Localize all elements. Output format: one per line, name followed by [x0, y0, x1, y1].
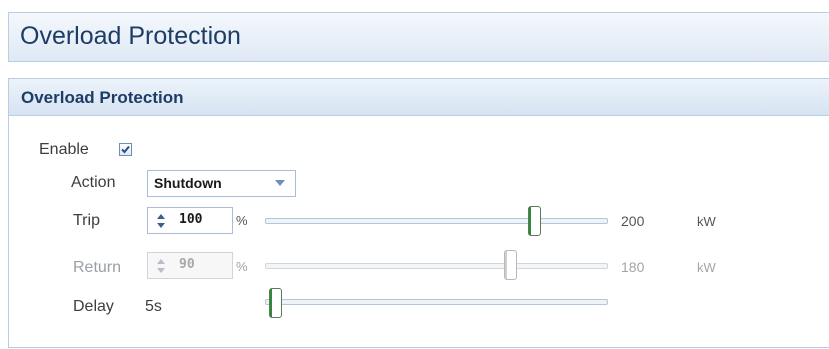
delay-value: 5s: [145, 298, 162, 315]
return-label: Return: [73, 259, 122, 276]
trip-spinner[interactable]: 100: [147, 207, 233, 234]
return-spinner[interactable]: 90: [147, 252, 233, 279]
trip-slider-track[interactable]: [265, 218, 608, 224]
return-unit: kW: [697, 260, 716, 275]
delay-slider-track[interactable]: [265, 299, 608, 305]
panel-title: Overload Protection: [21, 88, 184, 107]
panel-header: Overload Protection: [9, 79, 829, 116]
trip-percent-sign: %: [236, 213, 248, 228]
action-selected-value: Shutdown: [154, 175, 222, 191]
delay-label: Delay: [73, 298, 114, 315]
spin-arrows-icon[interactable]: [155, 257, 167, 275]
return-max-value: 180: [621, 259, 645, 275]
action-select[interactable]: Shutdown: [147, 170, 296, 197]
trip-unit: kW: [697, 214, 716, 229]
action-label: Action: [71, 174, 116, 191]
enable-label: Enable: [39, 141, 89, 158]
spin-arrows-icon[interactable]: [155, 212, 167, 230]
trip-label: Trip: [73, 212, 100, 229]
enable-checkbox[interactable]: [119, 143, 132, 156]
check-icon: [121, 145, 130, 154]
return-slider-thumb[interactable]: [504, 250, 517, 280]
trip-slider-thumb[interactable]: [528, 206, 541, 236]
return-value: 90: [179, 257, 195, 272]
overload-protection-panel: Overload Protection: [8, 78, 829, 348]
page-header: Overload Protection: [8, 12, 829, 62]
page-title: Overload Protection: [20, 22, 241, 50]
return-slider-track[interactable]: [265, 263, 608, 269]
delay-slider-thumb[interactable]: [269, 288, 282, 318]
trip-max-value: 200: [621, 213, 645, 229]
trip-value: 100: [179, 212, 203, 227]
return-percent-sign: %: [236, 259, 248, 274]
chevron-down-icon: [275, 180, 285, 186]
